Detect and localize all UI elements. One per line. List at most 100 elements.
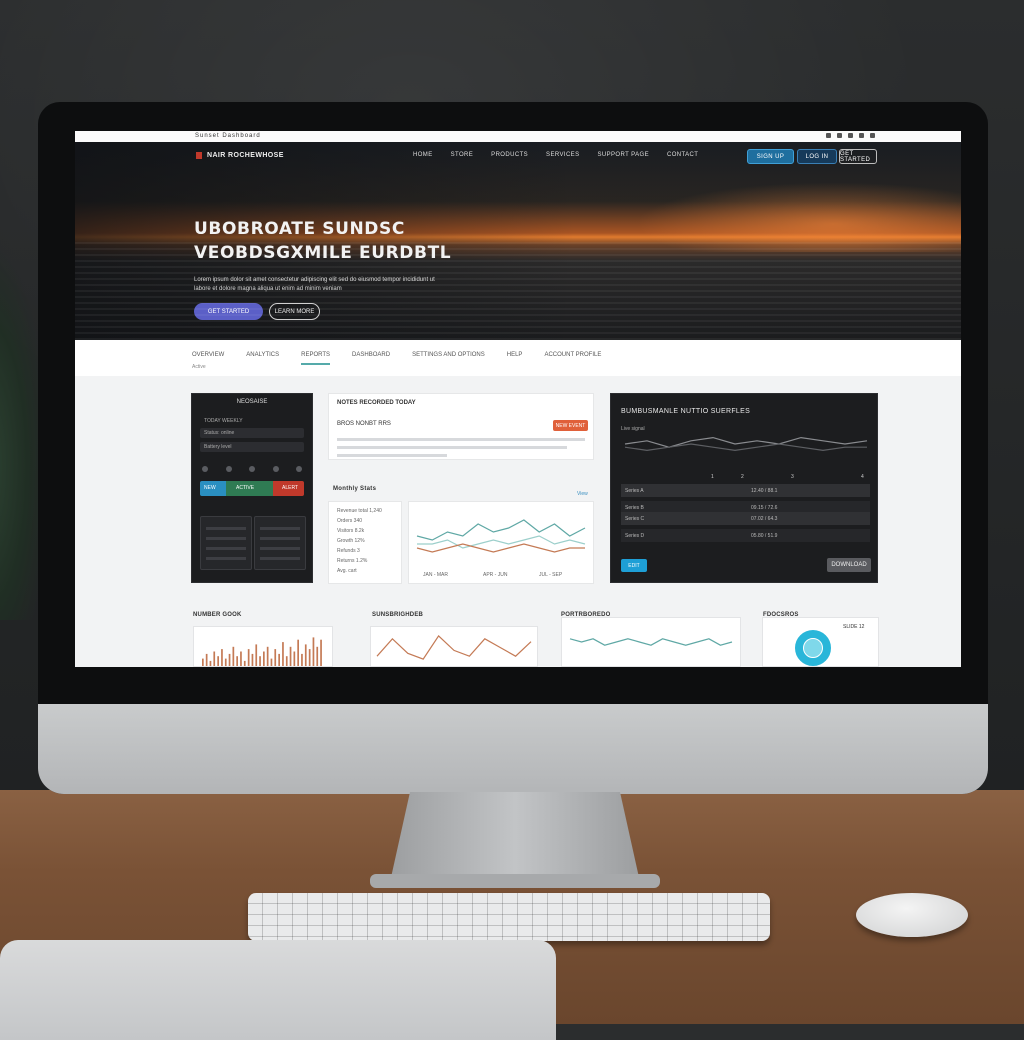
bar-23 — [289, 646, 292, 666]
close-icon[interactable] — [870, 133, 875, 138]
bar-15 — [259, 656, 261, 666]
metrics-list-card: Revenue total 1,240 Orders 340 Visitors … — [328, 501, 402, 584]
get-started-nav-button[interactable]: GET STARTED — [839, 149, 877, 164]
bar-14 — [255, 644, 258, 666]
hero-title-line2: VEOBDSGXMILE EURDBTL — [194, 243, 452, 263]
monitor-stand-foot — [370, 874, 660, 888]
tab-account[interactable]: ACCOUNT PROFILE — [544, 352, 601, 365]
nav-link-contact[interactable]: CONTACT — [667, 152, 698, 158]
metrics-chart-card: JAN - MAR APR - JUN JUL - SEP — [408, 501, 594, 584]
stat-text: Avg. cart — [337, 568, 357, 574]
series-line-2 — [416, 543, 585, 553]
menu-icon[interactable] — [859, 133, 864, 138]
donut-center — [804, 639, 822, 657]
nav-link-support[interactable]: SUPPORT PAGE — [597, 152, 648, 158]
bookmark-icon[interactable] — [837, 133, 842, 138]
bottom-chart-title: SUNSBRIGHDEB — [372, 612, 424, 618]
text-line — [337, 454, 447, 457]
share-icon[interactable] — [848, 133, 853, 138]
bar-chart — [202, 637, 322, 666]
bar-16 — [263, 651, 265, 666]
mobile-tile[interactable] — [254, 516, 306, 570]
monitor-stand — [390, 792, 640, 882]
hero-section: NAIR ROCHEWHOSE HOME STORE PRODUCTS SERV… — [75, 142, 961, 340]
wave-chart-card — [370, 626, 538, 667]
bar-10 — [240, 651, 242, 666]
nav-link-services[interactable]: SERVICES — [546, 152, 579, 158]
stat-text: Growth 12% — [337, 538, 365, 544]
notes-heading: NOTES RECORDED TODAY — [337, 400, 416, 406]
hero-cta-primary-button[interactable]: GET STARTED — [194, 303, 263, 320]
mouse — [856, 893, 968, 937]
tab-overview[interactable]: OVERVIEW Active — [192, 352, 224, 370]
bar-17 — [266, 646, 269, 666]
tab-dashboard[interactable]: DASHBOARD — [352, 352, 390, 365]
bar-0 — [202, 658, 204, 666]
tab-reports[interactable]: REPORTS — [301, 352, 331, 365]
stat-text: Refunds 3 — [337, 548, 360, 554]
top-nav: NAIR ROCHEWHOSE HOME STORE PRODUCTS SERV… — [75, 142, 961, 170]
dot-icon[interactable] — [225, 466, 232, 472]
bar-5 — [221, 649, 223, 666]
hero-cta-secondary-button[interactable]: LEARN MORE — [269, 303, 320, 320]
dot-icon[interactable] — [296, 466, 302, 472]
metrics-line-chart — [416, 519, 586, 553]
notes-badge-button[interactable]: NEW EVENT — [553, 420, 588, 431]
dashboard-title: BUMBUSMANLE NUTTIO SUERFLES — [621, 408, 751, 415]
dot-icon[interactable] — [202, 466, 208, 472]
bar-18 — [270, 658, 273, 666]
edit-button[interactable]: EDIT — [621, 559, 647, 572]
monitor-chin — [38, 704, 988, 794]
dashboard-row[interactable]: Series C 07.02 / 64.3 — [621, 512, 870, 525]
dashboard-row[interactable]: Series D 05.80 / 51.9 — [621, 529, 870, 542]
bar-13 — [251, 653, 254, 666]
tab-bar: OVERVIEW Active ANALYTICS REPORTS DASHBOA… — [75, 340, 961, 376]
bar-19 — [274, 649, 277, 666]
dot-icon[interactable] — [272, 466, 279, 472]
chart-footer-label: JUL - SEP — [539, 572, 563, 578]
dashboard-row[interactable]: Series A 12.40 / 88.1 — [621, 484, 870, 497]
mobile-preview-panel: NEOSAISE TODAY WEEKLY Status: online Bat… — [191, 393, 313, 583]
bar-6 — [224, 658, 227, 666]
tab-help[interactable]: HELP — [507, 352, 523, 365]
axis-tick: 2 — [741, 474, 744, 480]
chair-back — [0, 940, 556, 1040]
nav-link-store[interactable]: STORE — [451, 152, 474, 158]
bottom-chart-title: NUMBER GOOK — [193, 612, 242, 618]
nav-link-home[interactable]: HOME — [413, 152, 433, 158]
minimize-icon[interactable] — [826, 133, 831, 138]
keyboard — [248, 893, 770, 941]
axis-tick: 1 — [711, 474, 714, 480]
metrics-view-link[interactable]: View — [577, 491, 588, 497]
logo-icon — [196, 152, 202, 159]
tab-settings[interactable]: SETTINGS AND OPTIONS — [412, 352, 485, 365]
browser-bar: Sunset Dashboard — [75, 131, 961, 142]
mobile-tile[interactable] — [200, 516, 252, 570]
hero-title: UBOBROATE SUNDSC VEOBDSGXMILE EURDBTL — [194, 217, 451, 265]
chart-footer-label: JAN - MAR — [423, 572, 448, 578]
nav-link-products[interactable]: PRODUCTS — [491, 152, 528, 158]
login-button[interactable]: LOG IN — [797, 149, 837, 164]
bar-27 — [304, 644, 307, 666]
dot-icon[interactable] — [249, 466, 255, 472]
mobile-row-1[interactable]: TODAY WEEKLY — [200, 416, 304, 426]
bar-11 — [243, 660, 246, 666]
mobile-row-2[interactable]: Status: online — [200, 428, 304, 438]
tab-analytics[interactable]: ANALYTICS — [246, 352, 279, 365]
mobile-title: NEOSAISE — [236, 399, 268, 405]
mobile-row-3[interactable]: Battery level — [200, 442, 304, 452]
download-button[interactable]: DOWNLOAD — [827, 558, 871, 572]
dashboard-panel: BUMBUSMANLE NUTTIO SUERFLES Live signal … — [610, 393, 878, 583]
bar-9 — [236, 656, 238, 666]
site-logo[interactable]: NAIR ROCHEWHOSE — [196, 152, 284, 159]
bar-12 — [247, 649, 250, 666]
text-line — [337, 438, 585, 441]
browser-tab-title[interactable]: Sunset Dashboard — [195, 133, 261, 139]
logo-text: NAIR ROCHEWHOSE — [207, 152, 284, 159]
signup-button[interactable]: SIGN UP — [747, 149, 794, 164]
bar-chart-card — [193, 626, 333, 667]
hero-title-line1: UBOBROATE SUNDSC — [194, 219, 405, 239]
dashboard-line-chart — [624, 436, 868, 452]
bar-26 — [301, 653, 303, 666]
metrics-heading: Monthly Stats — [333, 486, 377, 492]
